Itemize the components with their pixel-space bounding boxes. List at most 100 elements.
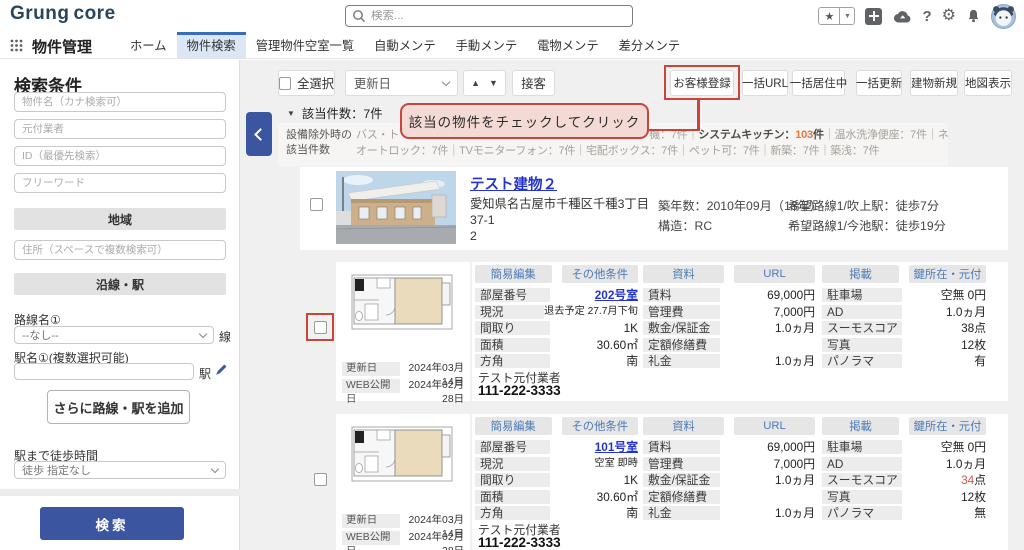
line-select[interactable]: --なし-- xyxy=(14,326,214,344)
sort-select[interactable]: 更新日 xyxy=(345,70,458,96)
key-location-tab[interactable]: 鍵所在・元付 xyxy=(909,265,986,283)
area-value: 30.60㎡ xyxy=(596,489,638,504)
add-line-station-button[interactable]: さらに路線・駅を追加 xyxy=(47,390,190,424)
tab-home[interactable]: ホーム xyxy=(120,32,177,58)
building-checkbox[interactable] xyxy=(310,198,323,211)
other-conditions-tab[interactable]: その他条件 xyxy=(561,417,638,435)
tab-denbutsu-mainte[interactable]: 電物メンテ xyxy=(527,32,609,58)
station-input[interactable] xyxy=(14,363,194,380)
layout-label: 間取り xyxy=(475,473,550,488)
url-tab[interactable]: URL xyxy=(734,265,815,283)
tab-auto-mainte[interactable]: 自動メンテ xyxy=(364,32,446,58)
search-button[interactable]: 検索 xyxy=(40,507,184,540)
collapse-sidebar-button[interactable] xyxy=(246,112,272,156)
property-name-input[interactable] xyxy=(14,92,226,112)
map-view-button[interactable]: 地図表示 xyxy=(964,70,1012,96)
sort-asc-button[interactable]: ▲ xyxy=(471,78,480,88)
result-count-toggle[interactable]: ▼ 該当件数：7件 xyxy=(287,104,383,122)
parking-label: 駐車場 xyxy=(822,288,902,302)
walk-time-select[interactable]: 徒歩 指定なし xyxy=(14,461,226,479)
bell-icon[interactable] xyxy=(966,8,981,24)
deposit-value: 1.0ヵ月 xyxy=(775,321,815,336)
pencil-edit-icon[interactable] xyxy=(215,363,228,376)
room-dates: 更新日 2024年03月14日 WEB公開日 2024年02月28日 xyxy=(342,514,464,550)
updated-label: 更新日 xyxy=(342,514,400,528)
room-checkbox[interactable] xyxy=(314,321,327,334)
select-all-checkbox[interactable] xyxy=(279,76,292,90)
suumo-score-label: スーモスコア xyxy=(822,321,902,336)
agent-phone: 111-222-3333 xyxy=(478,535,561,550)
bulk-url-button[interactable]: 一括URL xyxy=(742,70,788,96)
key-location-tab[interactable]: 鍵所在・元付 xyxy=(909,417,986,435)
reception-button[interactable]: 接客 xyxy=(512,70,555,96)
favorites-star-button[interactable]: ★ ▼ xyxy=(818,7,856,25)
rent-label: 賃料 xyxy=(643,440,720,454)
customer-register-button[interactable]: お客様登録 xyxy=(670,70,734,96)
section-line-station: 沿線・駅 xyxy=(14,273,226,295)
photos-label: 写真 xyxy=(822,489,902,504)
bulk-occupied-button[interactable]: 一括居住中 xyxy=(790,70,847,96)
user-avatar[interactable] xyxy=(991,3,1016,29)
tab-diff-mainte[interactable]: 差分メンテ xyxy=(609,32,691,58)
header-icons: ★ ▼ ? ⚙ xyxy=(818,0,1016,32)
gear-icon[interactable]: ⚙ xyxy=(942,8,956,24)
ad-label: AD xyxy=(822,304,902,319)
floorplan-panel: 更新日 2024年03月14日 WEB公開日 2024年02月28日 xyxy=(336,262,470,405)
logo-part-2: core xyxy=(73,3,116,24)
panorama-value: 無 xyxy=(974,506,986,521)
room-row: 更新日 2024年03月14日 WEB公開日 2024年02月28日 簡易編集 その… xyxy=(300,255,1008,405)
room-detail-panel: 簡易編集 その他条件 部屋番号 101号室 現況 空室 即時 間取り 1K 面積 30.… xyxy=(472,414,1008,550)
easy-edit-tab[interactable]: 簡易編集 xyxy=(475,417,552,435)
agent-phone: 111-222-3333 xyxy=(478,383,561,398)
sort-desc-button[interactable]: ▼ xyxy=(489,78,498,88)
agent-input[interactable] xyxy=(14,119,226,139)
direction-label: 方角 xyxy=(475,354,550,369)
mgmt-fee-label: 管理費 xyxy=(643,456,720,471)
freeword-input[interactable] xyxy=(14,173,226,193)
add-new-icon[interactable] xyxy=(865,7,883,25)
floorplan-thumbnail[interactable] xyxy=(351,426,453,482)
new-building-button[interactable]: 建物新規 xyxy=(910,70,958,96)
address-input[interactable] xyxy=(14,240,226,260)
repair-value xyxy=(720,338,815,352)
tab-vacancy-list[interactable]: 管理物件空室一覧 xyxy=(246,32,364,58)
repair-label: 定額修繕費 xyxy=(643,489,720,504)
grungcore-logo: Grung core xyxy=(10,3,116,25)
other-conditions-tab[interactable]: その他条件 xyxy=(561,265,638,283)
building-address: 愛知県名古屋市千種区千種3丁目 37-1 2 xyxy=(470,197,649,243)
help-icon[interactable]: ? xyxy=(922,8,931,25)
global-search-input[interactable] xyxy=(371,10,611,22)
building-title-link[interactable]: テスト建物２ xyxy=(470,173,557,194)
status-label: 現況 xyxy=(475,304,545,319)
room-checkbox[interactable] xyxy=(314,473,327,486)
tab-property-search[interactable]: 物件検索 xyxy=(176,32,246,58)
url-tab[interactable]: URL xyxy=(734,417,815,435)
ad-label: AD xyxy=(822,456,902,471)
building-photo[interactable] xyxy=(336,171,456,244)
app-title: 物件管理 xyxy=(32,39,93,56)
apps-grid-icon[interactable] xyxy=(10,39,23,52)
floorplan-thumbnail[interactable] xyxy=(351,274,453,330)
web-open-value: 2024年02月28日 xyxy=(408,380,464,405)
publish-tab[interactable]: 掲載 xyxy=(822,265,899,283)
select-all-chip[interactable]: 全選択 xyxy=(278,70,335,96)
id-input[interactable] xyxy=(14,146,226,166)
documents-tab[interactable]: 資料 xyxy=(643,265,724,283)
global-search[interactable] xyxy=(345,5,633,27)
room-no-link[interactable]: 101号室 xyxy=(595,440,638,454)
room-dates: 更新日 2024年03月14日 WEB公開日 2024年02月28日 xyxy=(342,362,464,405)
tab-manual-mainte[interactable]: 手動メンテ xyxy=(446,32,528,58)
key-money-label: 礼金 xyxy=(643,506,720,521)
easy-edit-tab[interactable]: 簡易編集 xyxy=(475,265,552,283)
room-no-link[interactable]: 202号室 xyxy=(595,288,638,302)
area-label: 面積 xyxy=(475,337,550,352)
release-cloud-icon[interactable] xyxy=(892,9,912,24)
documents-tab[interactable]: 資料 xyxy=(643,417,724,435)
publish-tab[interactable]: 掲載 xyxy=(822,417,899,435)
sort-direction-buttons: ▲ ▼ xyxy=(463,70,506,96)
web-open-label: WEB公開日 xyxy=(342,379,400,405)
deposit-value: 1.0ヵ月 xyxy=(775,473,815,488)
bulk-update-button[interactable]: 一括更新 xyxy=(856,70,902,96)
sort-select-value: 更新日 xyxy=(354,77,391,91)
status-value: 空室 即時 xyxy=(594,457,638,469)
